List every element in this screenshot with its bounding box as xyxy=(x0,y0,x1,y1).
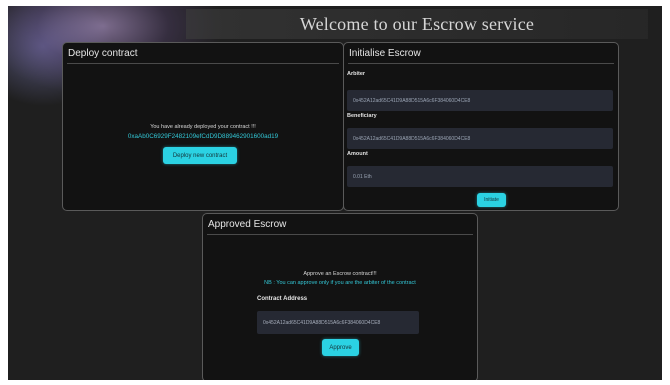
initialise-escrow-panel: Initialise Escrow Arbiter 0x452A12ad65C4… xyxy=(343,42,619,211)
initiate-button[interactable]: Initiate xyxy=(477,193,506,207)
deploy-panel-header: Deploy contract xyxy=(67,43,339,64)
approve-prompt-message: Approve an Escrow contract!!! xyxy=(303,271,377,277)
contract-address-input[interactable]: 0x452A12ad65C41D9A88D515A6c6F384060D4CE8 xyxy=(257,311,419,334)
app-window: Welcome to our Escrow service Deploy con… xyxy=(8,6,662,380)
deployed-contract-address: 0xaAb0C6929F2482109efCdD9D889462901600ad… xyxy=(127,133,279,140)
arbiter-label: Arbiter xyxy=(347,71,366,77)
deploy-status-message: You have already deployed your contract … xyxy=(150,124,256,130)
title-bar: Welcome to our Escrow service xyxy=(186,9,648,39)
deploy-new-contract-button[interactable]: Deploy new contract xyxy=(163,147,237,164)
page-title: Welcome to our Escrow service xyxy=(299,13,535,34)
beneficiary-input[interactable]: 0x452A12ad65C41D9A88D515A6c6F384060D4CE8 xyxy=(347,128,613,149)
amount-label: Amount xyxy=(347,151,368,157)
deploy-contract-panel: Deploy contract You have already deploye… xyxy=(62,42,344,211)
approved-escrow-panel: Approved Escrow Approve an Escrow contra… xyxy=(202,213,478,380)
amount-input[interactable]: 0.01 Eth xyxy=(347,166,613,187)
arbiter-input[interactable]: 0x452A12ad65C41D9A88D515A6c6F384060D4CE8 xyxy=(347,90,613,111)
beneficiary-label: Beneficiary xyxy=(347,113,377,119)
approved-panel-header: Approved Escrow xyxy=(207,214,473,235)
approve-arbiter-note: NB : You can approve only if you are the… xyxy=(264,280,416,286)
initialise-panel-header: Initialise Escrow xyxy=(348,43,614,64)
contract-address-label: Contract Address xyxy=(257,296,308,302)
approve-button[interactable]: Approve xyxy=(322,339,359,356)
